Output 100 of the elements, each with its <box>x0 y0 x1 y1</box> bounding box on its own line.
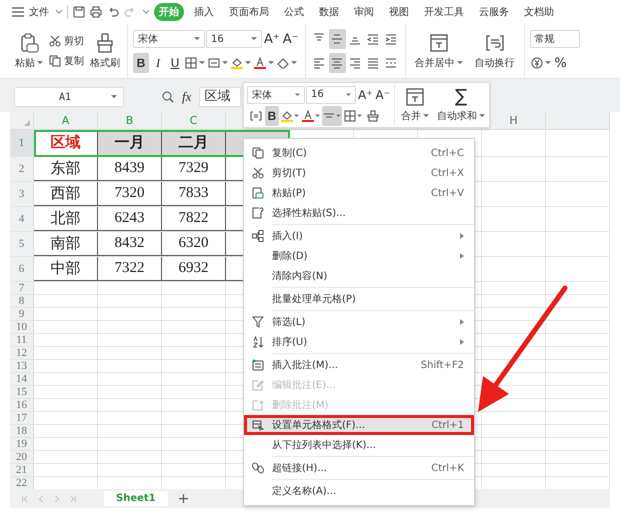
delete-comment-icon <box>252 399 264 411</box>
font-color-icon <box>254 57 266 69</box>
row-header[interactable]: 17 <box>10 412 34 425</box>
increase-font-button[interactable]: A⁺ <box>357 84 374 104</box>
font-name-select[interactable]: 宋体 <box>133 30 205 48</box>
row-header[interactable]: 3 <box>10 182 34 207</box>
caret-icon <box>456 60 463 64</box>
menu-item[interactable]: 剪切(T) Ctrl+X <box>244 163 474 183</box>
ribbon-tab[interactable]: 插入 <box>189 3 219 21</box>
font-size-select[interactable]: 16 <box>206 30 262 48</box>
caret-icon <box>315 114 320 118</box>
function-button[interactable]: fx <box>182 89 192 105</box>
menu-item[interactable]: 从下拉列表中选择(K)... <box>244 435 474 455</box>
ribbon-tab[interactable]: 云服务 <box>474 3 514 21</box>
autosum-button[interactable]: ∑ 自动求和 <box>435 87 488 123</box>
ribbon-tab[interactable]: 数据 <box>314 3 344 21</box>
cut-button[interactable]: 剪切 <box>49 34 84 48</box>
row-header[interactable]: 5 <box>10 232 34 257</box>
column-header[interactable]: H <box>509 114 518 127</box>
menu-item[interactable]: 删除(D) <box>244 246 474 266</box>
row-header[interactable]: 10 <box>10 321 34 334</box>
printer-icon[interactable] <box>90 6 102 18</box>
save-icon[interactable] <box>73 6 85 18</box>
undo-icon[interactable] <box>107 6 119 18</box>
row-header[interactable]: 9 <box>10 308 34 321</box>
decrease-font-button[interactable]: A⁻ <box>282 29 300 49</box>
row-header[interactable]: 20 <box>10 451 34 464</box>
menu-item[interactable]: 插入批注(M)... Shift+F2 <box>244 355 474 375</box>
format-painter-button[interactable]: 格式刷 <box>88 30 122 72</box>
wrap-text-button[interactable]: 自动换行 <box>470 30 519 72</box>
merge-center-button[interactable]: 合并居中 <box>410 30 467 72</box>
underline-button[interactable]: U <box>167 53 183 73</box>
add-sheet-button[interactable]: + <box>178 490 190 506</box>
row-header[interactable]: 16 <box>10 399 34 412</box>
caret-icon <box>357 114 362 118</box>
row-header[interactable]: 4 <box>10 207 34 232</box>
row-header[interactable]: 8 <box>10 295 34 308</box>
menu-item[interactable]: 粘贴(P) Ctrl+V <box>244 183 474 203</box>
sheet-tab[interactable]: Sheet1 <box>104 491 168 506</box>
merge-cells-icon <box>405 87 426 107</box>
ribbon-tab[interactable]: 开发工具 <box>419 3 469 21</box>
row-header[interactable]: 11 <box>10 334 34 347</box>
row-header[interactable]: 7 <box>10 282 34 295</box>
caret-icon <box>346 92 351 96</box>
decrease-font-button[interactable]: A⁻ <box>374 84 392 104</box>
font-size-select[interactable]: 16 <box>306 86 356 104</box>
menu-item[interactable]: 超链接(H)... Ctrl+K <box>244 458 474 478</box>
menu-item[interactable]: 复制(C) Ctrl+C <box>244 143 474 163</box>
bold-button[interactable]: B <box>265 106 279 126</box>
menu-item[interactable]: 设置单元格格式(F)... Ctrl+1 <box>244 415 474 435</box>
copy-button[interactable]: 复制 <box>49 54 84 68</box>
menu-item[interactable]: 排序(U) <box>244 332 474 352</box>
row-header[interactable]: 6 <box>10 257 34 282</box>
font-name-select[interactable]: 宋体 <box>247 86 305 104</box>
bold-button[interactable]: B <box>133 53 149 73</box>
menu-item[interactable]: 插入(I) <box>244 226 474 246</box>
table-cell: 西部 <box>34 182 98 206</box>
horizontal-align-button[interactable] <box>328 53 346 73</box>
indent-icon <box>385 33 398 45</box>
row-header[interactable]: 22 <box>10 477 34 490</box>
wrap-text-icon <box>484 32 505 52</box>
increase-font-button[interactable]: A⁺ <box>263 29 281 49</box>
borders-icon <box>344 110 356 122</box>
row-header[interactable]: 2 <box>10 157 34 182</box>
row-header[interactable]: 12 <box>10 347 34 360</box>
number-format-select[interactable]: 常规 <box>530 30 580 48</box>
menu-item[interactable]: 定义名称(A)... <box>244 481 474 501</box>
menu-icon[interactable] <box>12 6 24 18</box>
vertical-align-button[interactable] <box>328 29 346 49</box>
menu-item[interactable]: 筛选(L) <box>244 312 474 332</box>
ribbon-tab[interactable]: 视图 <box>384 3 414 21</box>
caret-icon <box>291 61 297 65</box>
italic-button[interactable]: I <box>150 53 166 73</box>
caret-icon <box>199 61 205 65</box>
merge-button[interactable]: 合并 <box>399 87 432 123</box>
align-icon <box>349 57 362 69</box>
caret-icon <box>194 37 200 41</box>
caret-icon[interactable] <box>143 10 149 14</box>
row-header[interactable]: 15 <box>10 386 34 399</box>
row-header[interactable]: 14 <box>10 373 34 386</box>
menu-item[interactable]: 清除内容(N) <box>244 266 474 286</box>
row-header[interactable]: 21 <box>10 464 34 477</box>
formula-input[interactable]: 区域 <box>199 87 242 107</box>
ribbon-tab[interactable]: 文档助 <box>519 3 559 21</box>
menu-item[interactable]: 批量处理单元格(P) <box>244 289 474 309</box>
clipboard-icon <box>252 187 264 199</box>
percent-button[interactable]: % <box>552 53 569 73</box>
menu-item[interactable]: 选择性粘贴(S)... <box>244 203 474 223</box>
row-header[interactable]: 18 <box>10 425 34 438</box>
file-menu[interactable]: 文件 <box>29 5 49 19</box>
zoom-icon[interactable] <box>162 91 174 103</box>
caret-icon[interactable] <box>56 10 62 14</box>
paste-button[interactable]: 粘贴 <box>13 30 45 72</box>
row-header[interactable]: 13 <box>10 360 34 373</box>
ribbon-tab[interactable]: 审阅 <box>349 3 379 21</box>
ribbon-tab[interactable]: 公式 <box>279 3 309 21</box>
align-button[interactable] <box>322 106 342 126</box>
name-box[interactable]: A1 <box>14 87 124 107</box>
row-header[interactable]: 19 <box>10 438 34 451</box>
ribbon-tab[interactable]: 页面布局 <box>224 3 274 21</box>
